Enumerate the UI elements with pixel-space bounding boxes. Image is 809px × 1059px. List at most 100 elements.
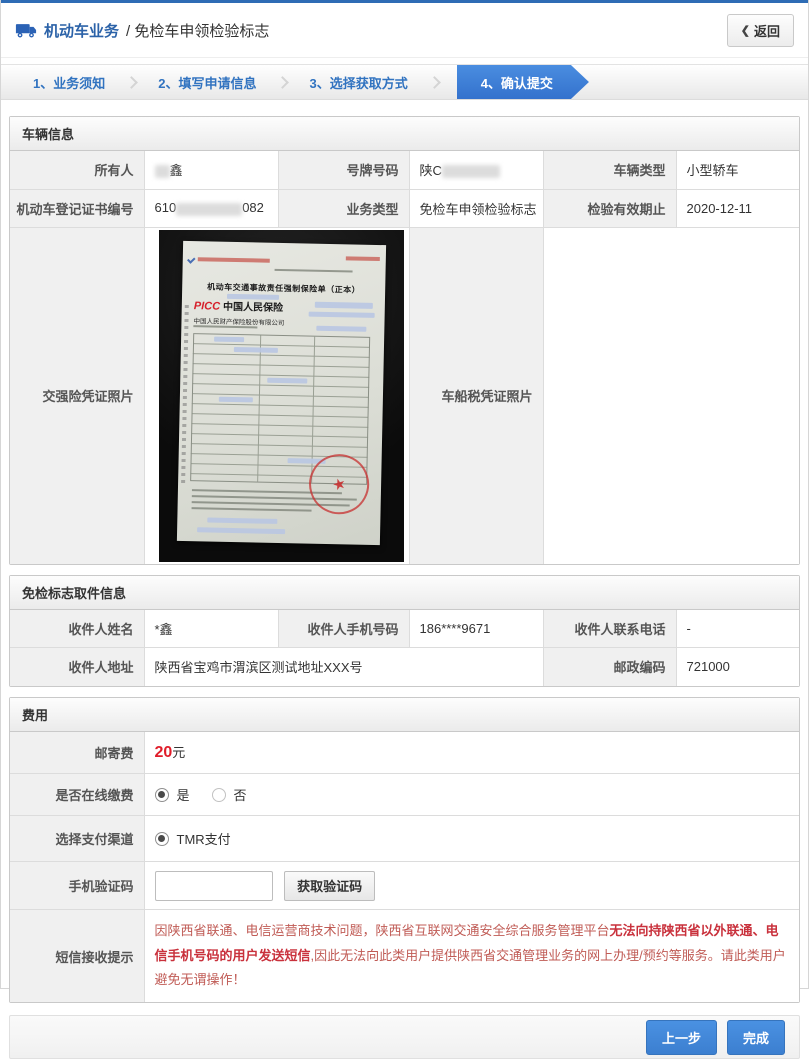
redaction-highlight	[197, 526, 286, 534]
redaction-highlight	[308, 311, 375, 318]
page: 机动车业务 / 免检车申领检验标志 ❮ 返回 1、业务须知 2、填写申请信息 3…	[0, 0, 809, 1059]
owner-value: 鑫	[143, 151, 279, 190]
pay-channel-label: 选择支付渠道	[10, 815, 145, 862]
recipient-address-label: 收件人地址	[10, 647, 145, 686]
radio-online-yes[interactable]	[154, 787, 169, 802]
insurance-document: 机动车交通事故责任强制保险单（正本） PICC 中国人民保险 中国人民财产保险股…	[176, 240, 387, 545]
get-code-button[interactable]: 获取验证码	[284, 870, 376, 901]
previous-step-button[interactable]: 上一步	[645, 1019, 717, 1055]
radio-online-no[interactable]	[211, 787, 226, 802]
back-chevron-icon: ❮	[740, 25, 750, 37]
recipient-mobile-value: 186****9671	[408, 609, 544, 648]
back-button[interactable]: ❮ 返回	[726, 14, 794, 47]
vehicle-info-section: 车辆信息 所有人 鑫 号牌号码 陕C 车辆类型 小型轿车 机动车登记证书编号 6…	[9, 116, 800, 565]
radio-online-no-label[interactable]: 否	[234, 785, 247, 804]
vehicle-type-value: 小型轿车	[675, 151, 799, 190]
table-row: 所有人 鑫 号牌号码 陕C 车辆类型 小型轿车	[10, 151, 799, 190]
zip-code-value: 721000	[675, 647, 799, 686]
cert-number-value: 610 082	[143, 188, 279, 228]
redaction-blur	[176, 202, 243, 216]
sms-tip-label: 短信接收提示	[10, 909, 145, 1003]
radio-online-yes-label[interactable]: 是	[177, 785, 190, 804]
doc-title: 机动车交通事故责任强制保险单（正本）	[207, 281, 361, 295]
table-row: 收件人姓名 *鑫 收件人手机号码 186****9671 收件人联系电话 -	[10, 609, 799, 648]
radio-tmr-pay[interactable]	[154, 831, 169, 846]
doc-line	[274, 268, 353, 272]
doc-vertical-text	[181, 304, 189, 485]
doc-line	[257, 335, 262, 482]
pickup-info-section: 免检标志取件信息 收件人姓名 *鑫 收件人手机号码 186****9671 收件…	[9, 574, 800, 687]
owner-label: 所有人	[10, 151, 145, 190]
recipient-phone-value: -	[675, 609, 799, 648]
table-row: 邮寄费 20元	[10, 731, 799, 774]
redaction-blur	[154, 165, 170, 179]
business-type-label: 业务类型	[277, 188, 410, 228]
pay-channel-options: TMR支付	[143, 815, 799, 862]
online-pay-options: 是 否	[143, 773, 799, 816]
sms-code-label: 手机验证码	[10, 861, 145, 910]
inspection-valid-value: 2020-12-11	[675, 188, 799, 228]
insurance-photo[interactable]: 机动车交通事故责任强制保险单（正本） PICC 中国人民保险 中国人民财产保险股…	[159, 229, 404, 562]
sms-code-cell: 获取验证码	[143, 861, 799, 910]
postage-label: 邮寄费	[10, 731, 145, 774]
table-row: 手机验证码 获取验证码	[10, 861, 799, 910]
tab-step-4-active[interactable]: 4、确认提交	[457, 65, 589, 99]
sms-tip-text: 因陕西省联通、电信运营商技术问题，陕西省互联网交通安全综合服务管理平台无法向持陕…	[154, 923, 786, 988]
redaction-blur	[441, 165, 500, 179]
postage-value: 20元	[143, 731, 799, 774]
redaction-highlight	[214, 336, 245, 342]
redaction-highlight	[267, 377, 308, 384]
pickup-info-table: 收件人姓名 *鑫 收件人手机号码 186****9671 收件人联系电话 - 收…	[10, 609, 799, 686]
sms-tip-cell: 因陕西省联通、电信运营商技术问题，陕西省互联网交通安全综合服务管理平台无法向持陕…	[143, 909, 799, 1003]
vehicle-type-label: 车辆类型	[542, 151, 677, 190]
pickup-info-title: 免检标志取件信息	[10, 575, 799, 610]
insurance-photo-cell: 机动车交通事故责任强制保险单（正本） PICC 中国人民保险 中国人民财产保险股…	[143, 226, 410, 564]
table-row: 选择支付渠道 TMR支付	[10, 815, 799, 862]
step-tabs: 1、业务须知 2、填写申请信息 3、选择获取方式 4、确认提交	[1, 64, 808, 100]
plate-value: 陕C	[408, 151, 544, 190]
redaction-highlight	[233, 346, 278, 353]
step-separator-icon	[125, 75, 139, 89]
doc-clause-line	[191, 506, 312, 512]
sms-code-input[interactable]	[154, 870, 273, 901]
tax-photo-cell	[542, 226, 799, 564]
redaction-highlight	[226, 293, 280, 300]
radio-tmr-pay-label[interactable]: TMR支付	[177, 829, 231, 848]
postage-amount: 20	[154, 744, 173, 762]
step-separator-icon	[276, 75, 290, 89]
action-bar: 上一步 完成	[9, 1015, 800, 1059]
recipient-name-label: 收件人姓名	[10, 609, 145, 648]
vehicle-info-title: 车辆信息	[10, 117, 799, 151]
business-type-value: 免检车申领检验标志	[408, 188, 544, 228]
vehicle-info-table: 所有人 鑫 号牌号码 陕C 车辆类型 小型轿车 机动车登记证书编号 610 082…	[10, 151, 799, 564]
back-button-label: 返回	[753, 24, 780, 39]
table-row: 机动车登记证书编号 610 082 业务类型 免检车申领检验标志 检验有效期止 2…	[10, 188, 799, 228]
section-crumb: 机动车业务	[44, 23, 120, 40]
doc-header-redtext	[197, 256, 270, 263]
table-row: 是否在线缴费 是 否	[10, 773, 799, 816]
fee-title: 费用	[10, 697, 799, 732]
tax-photo-label: 车船税凭证照片	[408, 226, 544, 564]
redaction-highlight	[207, 516, 278, 524]
breadcrumb: 机动车业务 / 免检车申领检验标志	[15, 20, 269, 41]
postage-unit: 元	[172, 745, 186, 761]
tab-step-1[interactable]: 1、业务须知	[21, 73, 117, 92]
fee-section: 费用 邮寄费 20元 是否在线缴费 是 否 选择支付渠道 TMR支付 手机验证码…	[9, 696, 800, 1004]
online-pay-label: 是否在线缴费	[10, 773, 145, 816]
redaction-highlight	[316, 325, 367, 332]
redaction-highlight	[314, 301, 373, 309]
table-row: 收件人地址 陕西省宝鸡市渭滨区测试地址XXX号 邮政编码 721000	[10, 647, 799, 686]
doc-header-redtext	[345, 255, 380, 261]
done-button[interactable]: 完成	[726, 1019, 785, 1055]
table-row: 交强险凭证照片 机动车交通事故责任强制保险单（正本） PICC 中国人民保险 中…	[10, 226, 799, 564]
fee-table: 邮寄费 20元 是否在线缴费 是 否 选择支付渠道 TMR支付 手机验证码 获取…	[10, 731, 799, 1003]
zip-code-label: 邮政编码	[542, 647, 677, 686]
page-title: / 免检车申领检验标志	[126, 23, 270, 40]
insurance-photo-label: 交强险凭证照片	[10, 226, 145, 564]
tab-step-3[interactable]: 3、选择获取方式	[297, 73, 419, 92]
star-icon: ★	[330, 474, 349, 495]
inspection-valid-label: 检验有效期止	[542, 188, 677, 228]
recipient-name-value: *鑫	[143, 609, 279, 648]
tab-step-2[interactable]: 2、填写申请信息	[146, 73, 268, 92]
recipient-mobile-label: 收件人手机号码	[277, 609, 410, 648]
